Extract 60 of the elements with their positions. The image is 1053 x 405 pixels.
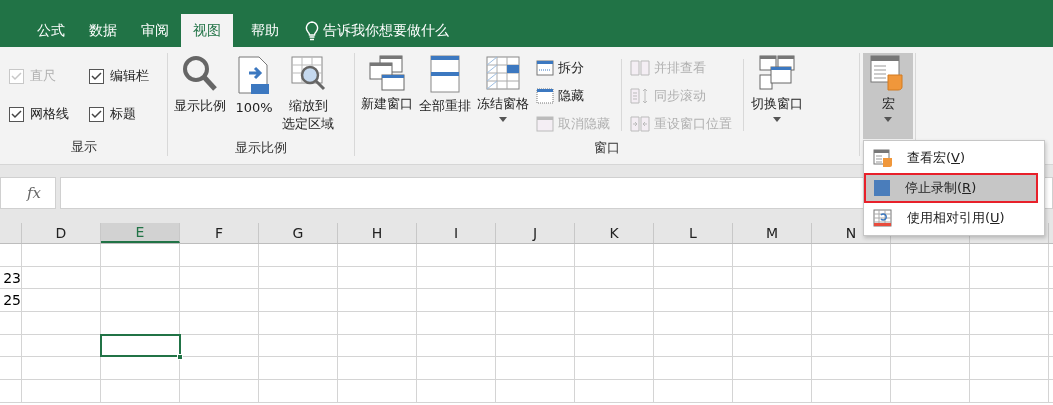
switch-windows-icon — [759, 55, 795, 91]
hidden-window-icon — [536, 88, 554, 104]
ribbon-button[interactable]: 宏 — [863, 53, 913, 139]
ribbon-button[interactable]: 100% — [229, 53, 279, 139]
checkbox[interactable]: 编辑栏 — [89, 67, 169, 85]
checkmark-icon — [91, 109, 102, 119]
ribbon-button[interactable]: 切换窗口 — [748, 53, 806, 139]
ribbon-button[interactable]: 隐藏 — [536, 85, 610, 107]
column-header[interactable]: K — [575, 223, 654, 243]
lightbulb-icon — [305, 20, 319, 41]
tell-me-field[interactable]: 告诉我你想要做什么 — [323, 21, 449, 40]
insert-function-button[interactable]: fx — [0, 177, 56, 209]
side-by-side-icon — [630, 60, 650, 76]
ribbon-tab[interactable]: 公式 — [25, 14, 77, 47]
selected-cell[interactable] — [101, 334, 180, 357]
fill-handle[interactable] — [177, 354, 183, 361]
ribbon-tab[interactable]: 审阅 — [129, 14, 181, 47]
split-window-icon — [536, 60, 554, 76]
windows-icon — [368, 55, 406, 91]
menu-item[interactable]: 查看宏(V) — [864, 143, 1038, 173]
ribbon-tab[interactable]: 视图 — [181, 14, 233, 47]
menu-item[interactable]: 停止录制(R) — [864, 173, 1038, 203]
relative-grid-icon — [873, 209, 893, 227]
column-header[interactable]: F — [180, 223, 259, 243]
ribbon-button[interactable]: 缩放到选定区域 — [279, 53, 339, 139]
macro-icon — [870, 55, 906, 91]
column-header[interactable]: I — [417, 223, 496, 243]
stacked-panes-icon — [429, 55, 461, 93]
table-cell[interactable]: 23 — [0, 266, 22, 289]
magnifier-icon — [182, 55, 218, 93]
ribbon-button[interactable]: 全部重排 — [416, 53, 474, 139]
column-header[interactable]: G — [259, 223, 338, 243]
checkmark-icon — [91, 71, 102, 81]
column-header[interactable]: E — [101, 223, 180, 243]
column-header[interactable]: L — [654, 223, 733, 243]
group-label: 显示比例 — [234, 139, 288, 157]
window-icon — [536, 116, 554, 132]
scroll-sync-icon — [630, 88, 650, 104]
ribbon-button[interactable]: 新建窗口 — [358, 53, 416, 139]
checkbox[interactable]: 网格线 — [9, 105, 89, 123]
group-label: 显示 — [69, 138, 98, 156]
ribbon-button[interactable]: 拆分 — [536, 57, 610, 79]
ribbon-tab[interactable]: 帮助 — [239, 14, 291, 47]
checkbox[interactable]: 标题 — [89, 105, 169, 123]
page-arrow-icon — [237, 55, 271, 95]
checkmark-icon — [11, 71, 22, 81]
table-cell[interactable]: 25 — [0, 289, 22, 312]
ribbon-button[interactable]: 冻结窗格 — [474, 53, 532, 139]
macro-list-icon — [873, 149, 893, 167]
group-label: 窗口 — [593, 139, 621, 157]
window-reset-icon — [630, 116, 650, 132]
stop-square-icon — [873, 179, 891, 197]
column-header[interactable]: H — [338, 223, 417, 243]
ribbon-tab[interactable]: 数据 — [77, 14, 129, 47]
zoom-grid-icon — [289, 55, 328, 93]
column-header[interactable]: M — [733, 223, 812, 243]
column-header[interactable]: J — [496, 223, 575, 243]
checkmark-icon — [11, 109, 22, 119]
ribbon-button[interactable]: 显示比例 — [171, 53, 229, 139]
grid-icon — [485, 55, 521, 91]
